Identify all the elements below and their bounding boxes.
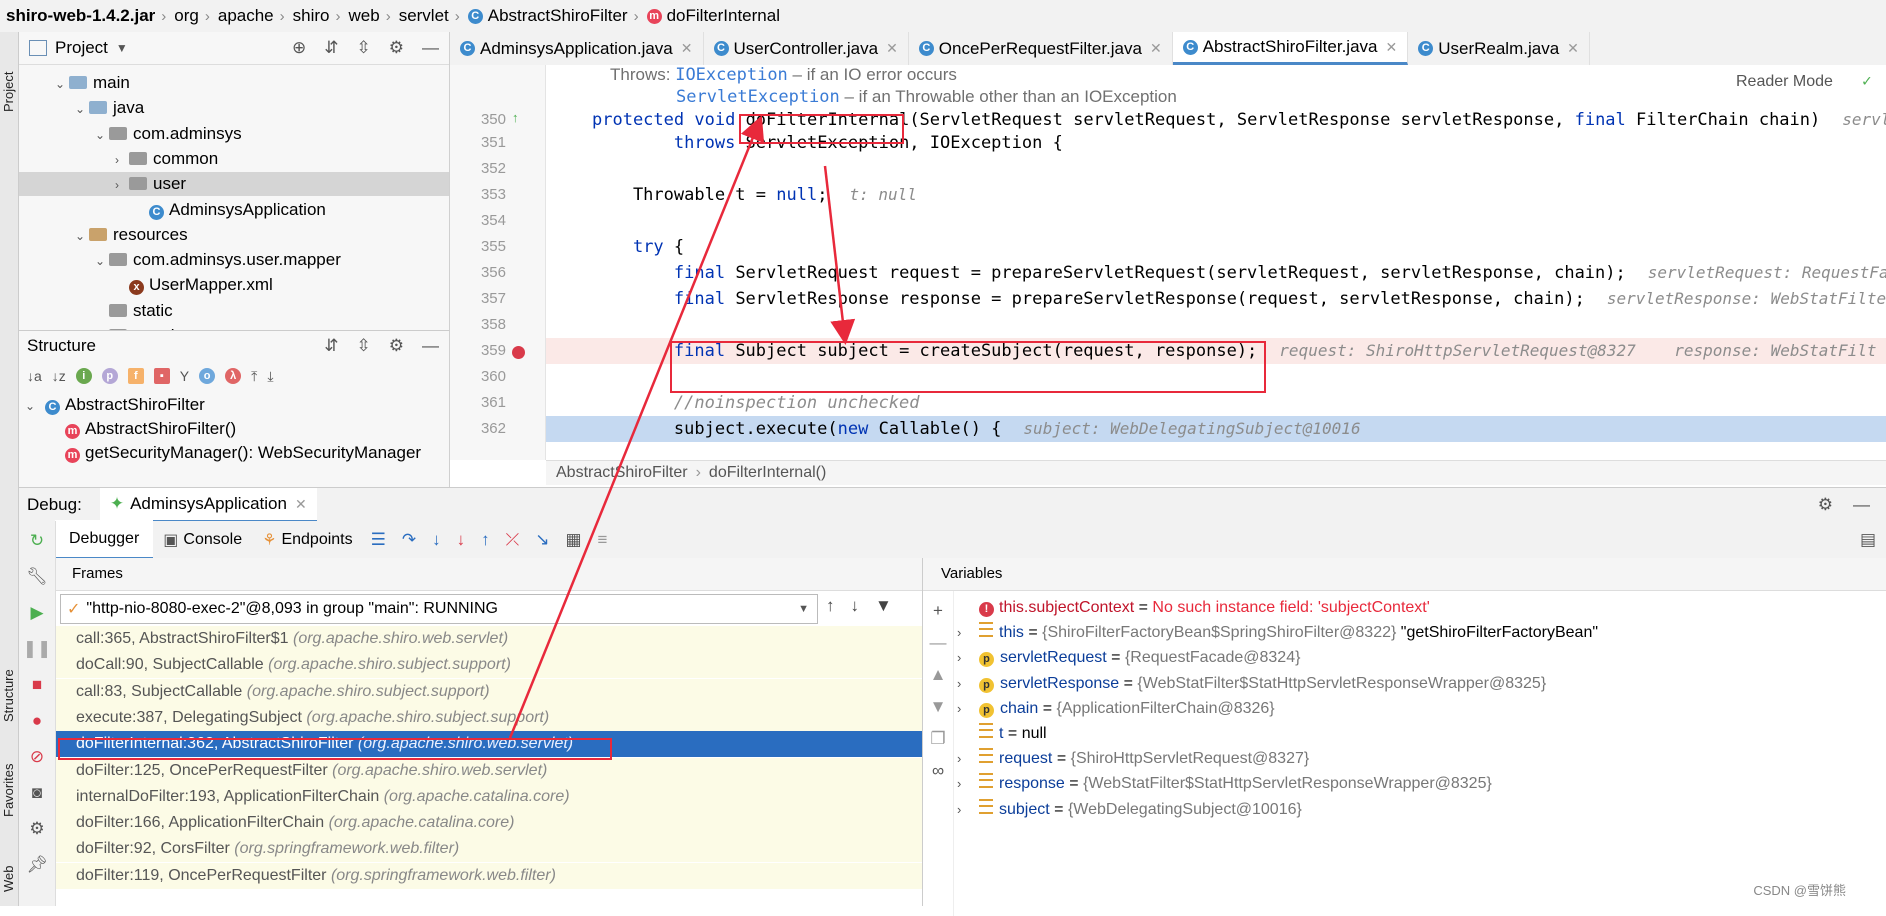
arrow-method-to-subject [823,165,856,345]
annotation-arrows [508,115,856,739]
arrow-frame-to-method [508,115,765,739]
